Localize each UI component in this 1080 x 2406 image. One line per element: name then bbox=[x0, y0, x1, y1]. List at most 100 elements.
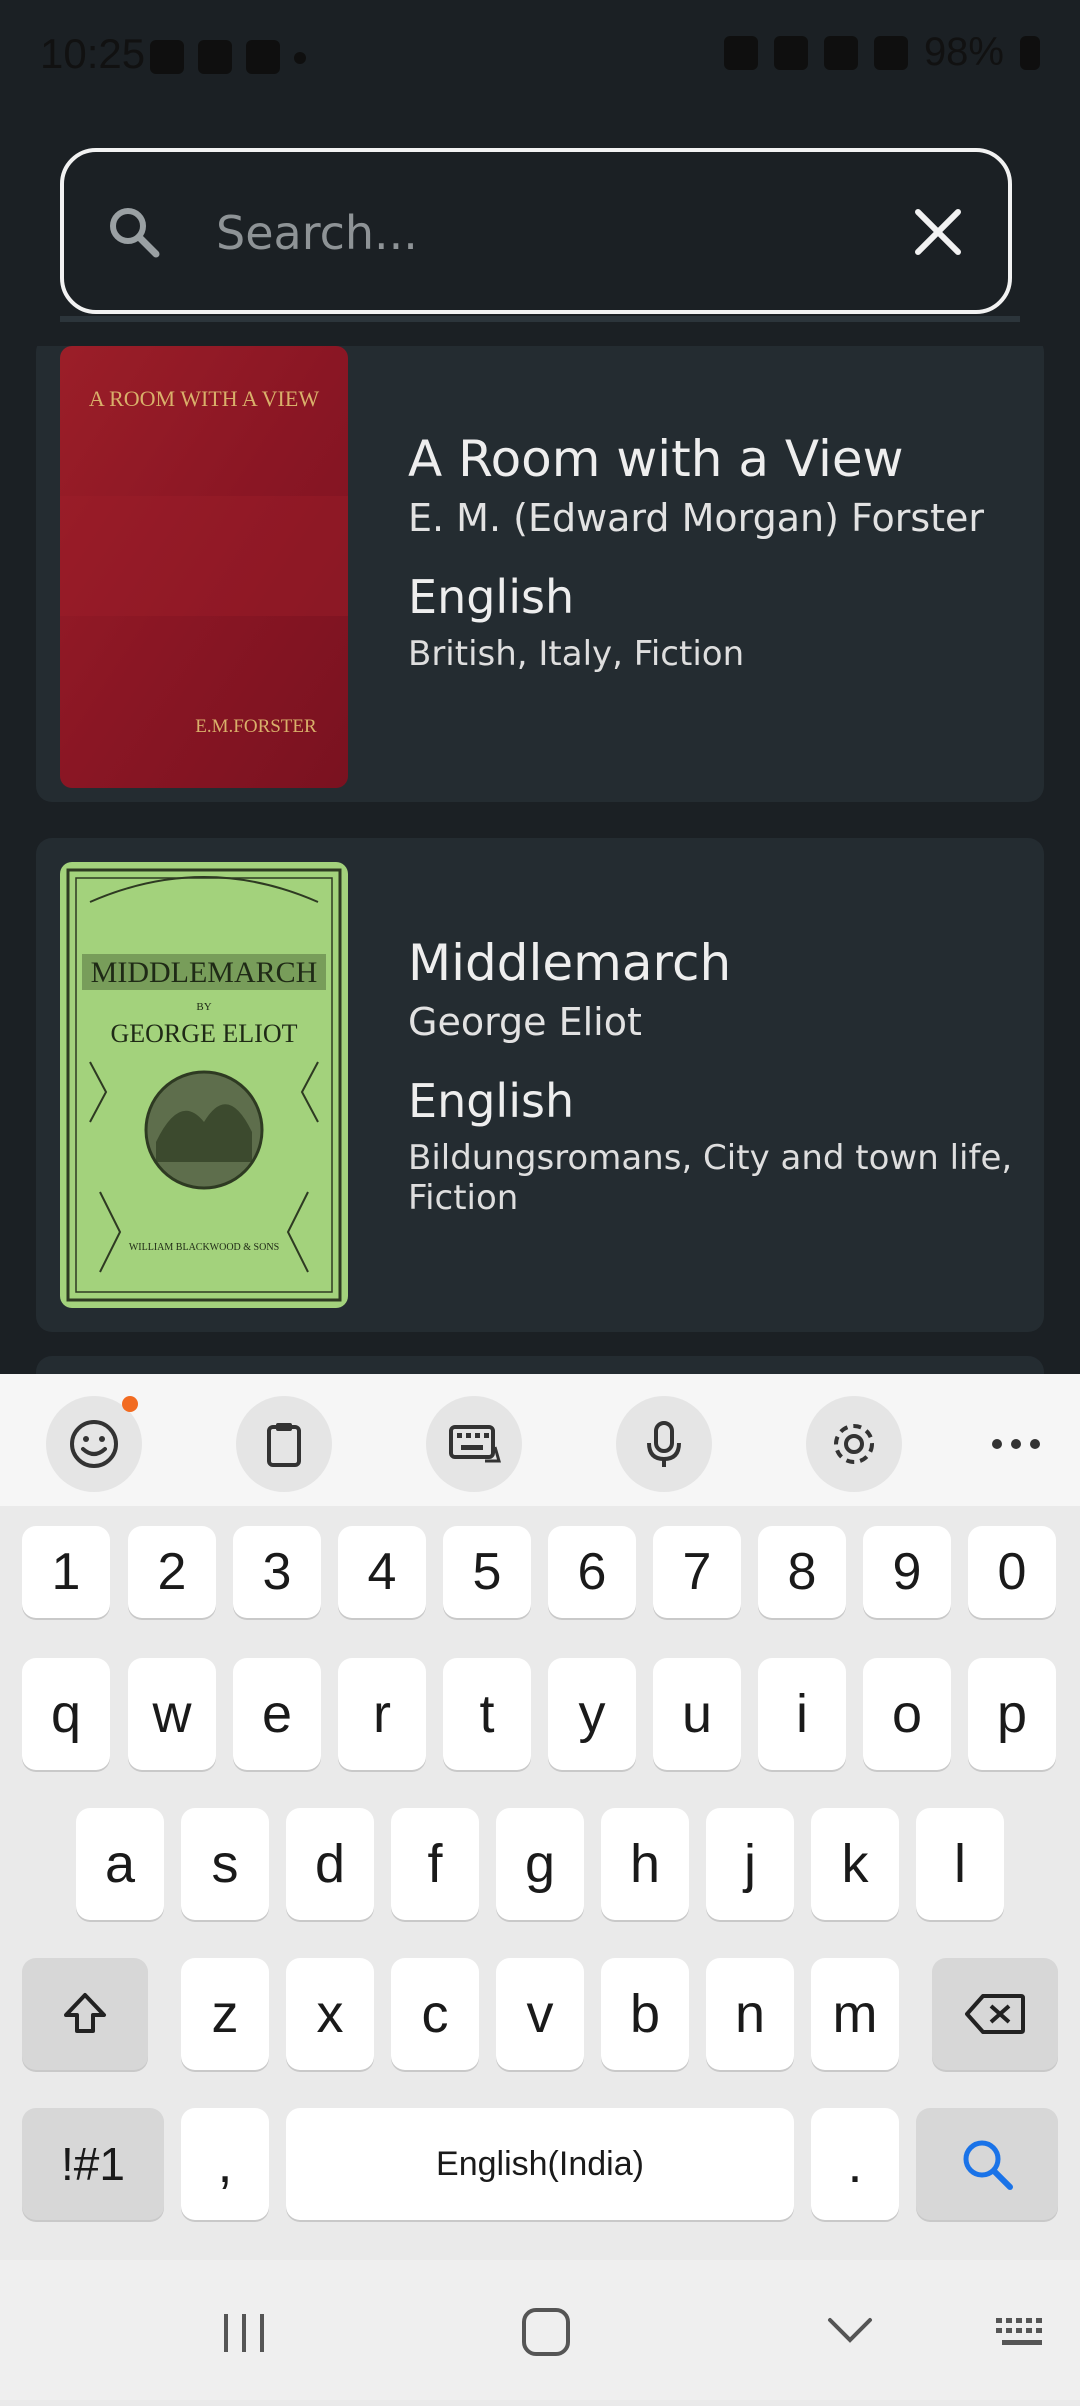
search-bar[interactable] bbox=[60, 148, 1012, 314]
key-n[interactable]: n bbox=[706, 1958, 794, 2070]
symbols-key[interactable]: !#1 bbox=[22, 2108, 164, 2220]
keyboard-mode-icon bbox=[449, 1425, 501, 1463]
search-action-key[interactable] bbox=[916, 2108, 1058, 2220]
search-input[interactable] bbox=[214, 192, 918, 274]
key-l[interactable]: l bbox=[916, 1808, 1004, 1920]
search-icon bbox=[110, 208, 160, 258]
key-x[interactable]: x bbox=[286, 1958, 374, 2070]
book-card[interactable]: MIDDLEMARCH BY GEORGE ELIOT WILLIAM BLAC… bbox=[36, 838, 1044, 1332]
key-2[interactable]: 2 bbox=[128, 1526, 216, 1618]
key-m[interactable]: m bbox=[811, 1958, 899, 2070]
book-info: A Room with a View E. M. (Edward Morgan)… bbox=[408, 430, 1020, 674]
key-0[interactable]: 0 bbox=[968, 1526, 1056, 1618]
search-divider bbox=[60, 316, 1020, 322]
key-w[interactable]: w bbox=[128, 1658, 216, 1770]
book-author: E. M. (Edward Morgan) Forster bbox=[408, 496, 985, 540]
clipboard-button[interactable] bbox=[236, 1396, 332, 1492]
key-c[interactable]: c bbox=[391, 1958, 479, 2070]
cover-title: MIDDLEMARCH bbox=[91, 956, 318, 989]
settings-icon bbox=[834, 1424, 874, 1464]
recent-apps-icon[interactable] bbox=[220, 2310, 270, 2356]
key-d[interactable]: d bbox=[286, 1808, 374, 1920]
volte-signal-icon bbox=[873, 35, 908, 70]
book-cover: MIDDLEMARCH BY GEORGE ELIOT WILLIAM BLAC… bbox=[60, 862, 348, 1308]
key-a[interactable]: a bbox=[76, 1808, 164, 1920]
key-4[interactable]: 4 bbox=[338, 1526, 426, 1618]
keyboard-settings-button[interactable] bbox=[806, 1396, 902, 1492]
keyboard-toolbar bbox=[0, 1374, 1080, 1506]
space-key[interactable]: English(India) bbox=[286, 2108, 794, 2220]
more-options-button[interactable] bbox=[968, 1396, 1064, 1492]
book-title: Middlemarch bbox=[408, 934, 732, 992]
close-icon[interactable] bbox=[908, 202, 968, 262]
key-f[interactable]: f bbox=[391, 1808, 479, 1920]
status-bar: 10:25 98% bbox=[0, 0, 1080, 120]
book-language: English bbox=[408, 570, 575, 624]
cover-publisher: WILLIAM BLACKWOOD & SONS bbox=[129, 1242, 279, 1253]
hide-keyboard-icon[interactable] bbox=[826, 2316, 874, 2346]
key-8[interactable]: 8 bbox=[758, 1526, 846, 1618]
book-list[interactable]: A ROOM WITH A VIEW E.M.FORSTER A Room wi… bbox=[36, 346, 1044, 1374]
battery-percent: 98% bbox=[923, 30, 1004, 74]
cover-by: BY bbox=[196, 1001, 211, 1013]
book-card[interactable]: A ROOM WITH A VIEW E.M.FORSTER A Room wi… bbox=[36, 346, 1044, 802]
key-y[interactable]: y bbox=[548, 1658, 636, 1770]
key-e[interactable]: e bbox=[233, 1658, 321, 1770]
clipboard-icon bbox=[267, 1423, 301, 1467]
gallery-notification-icon bbox=[150, 40, 184, 74]
key-v[interactable]: v bbox=[496, 1958, 584, 2070]
key-k[interactable]: k bbox=[811, 1808, 899, 1920]
key-j[interactable]: j bbox=[706, 1808, 794, 1920]
gmail-notification-icon bbox=[198, 40, 232, 74]
backspace-key[interactable] bbox=[932, 1958, 1058, 2070]
app-notification-icon bbox=[246, 40, 280, 74]
key-r[interactable]: r bbox=[338, 1658, 426, 1770]
shift-key[interactable] bbox=[22, 1958, 148, 2070]
key-3[interactable]: 3 bbox=[233, 1526, 321, 1618]
book-language: English bbox=[408, 1074, 575, 1128]
key-i[interactable]: i bbox=[758, 1658, 846, 1770]
key-b[interactable]: b bbox=[601, 1958, 689, 2070]
cover-title: A ROOM WITH A VIEW bbox=[89, 386, 319, 411]
key-5[interactable]: 5 bbox=[443, 1526, 531, 1618]
wifi-icon bbox=[773, 35, 808, 70]
key-q[interactable]: q bbox=[22, 1658, 110, 1770]
key-p[interactable]: p bbox=[968, 1658, 1056, 1770]
keyboard-mode-button[interactable] bbox=[426, 1396, 522, 1492]
key-h[interactable]: h bbox=[601, 1808, 689, 1920]
status-time: 10:25 bbox=[40, 30, 146, 77]
notification-icons bbox=[150, 40, 306, 74]
cover-author: E.M.FORSTER bbox=[195, 716, 317, 737]
book-title: A Room with a View bbox=[408, 430, 904, 488]
cover-author: GEORGE ELIOT bbox=[110, 1019, 297, 1048]
backspace-icon bbox=[965, 1994, 1025, 2034]
key-o[interactable]: o bbox=[863, 1658, 951, 1770]
key-u[interactable]: u bbox=[653, 1658, 741, 1770]
emoji-icon bbox=[70, 1420, 118, 1468]
keyboard-switch-icon[interactable] bbox=[994, 2316, 1050, 2352]
more-notifications-icon bbox=[294, 52, 306, 64]
key-t[interactable]: t bbox=[443, 1658, 531, 1770]
key-s[interactable]: s bbox=[181, 1808, 269, 1920]
key-6[interactable]: 6 bbox=[548, 1526, 636, 1618]
shift-icon bbox=[64, 1993, 106, 2033]
book-cover: A ROOM WITH A VIEW E.M.FORSTER bbox=[60, 346, 348, 788]
search-icon bbox=[963, 2140, 1013, 2190]
book-card[interactable] bbox=[36, 1356, 1044, 1374]
book-info: Middlemarch George Eliot English Bildung… bbox=[408, 934, 1020, 1218]
key-z[interactable]: z bbox=[181, 1958, 269, 2070]
key-g[interactable]: g bbox=[496, 1808, 584, 1920]
period-key[interactable]: . bbox=[811, 2108, 899, 2220]
home-icon[interactable] bbox=[520, 2306, 572, 2358]
signal-icon bbox=[823, 35, 858, 70]
key-7[interactable]: 7 bbox=[653, 1526, 741, 1618]
navigation-bar bbox=[0, 2260, 1080, 2400]
mic-icon bbox=[647, 1421, 681, 1467]
voice-input-button[interactable] bbox=[616, 1396, 712, 1492]
key-1[interactable]: 1 bbox=[22, 1526, 110, 1618]
key-9[interactable]: 9 bbox=[863, 1526, 951, 1618]
battery-charging-icon bbox=[1020, 35, 1040, 70]
comma-key[interactable]: , bbox=[181, 2108, 269, 2220]
on-screen-keyboard: 1 2 3 4 5 6 7 8 9 0 q w e r t y u i o p … bbox=[0, 1374, 1080, 2406]
more-icon bbox=[992, 1439, 1040, 1449]
